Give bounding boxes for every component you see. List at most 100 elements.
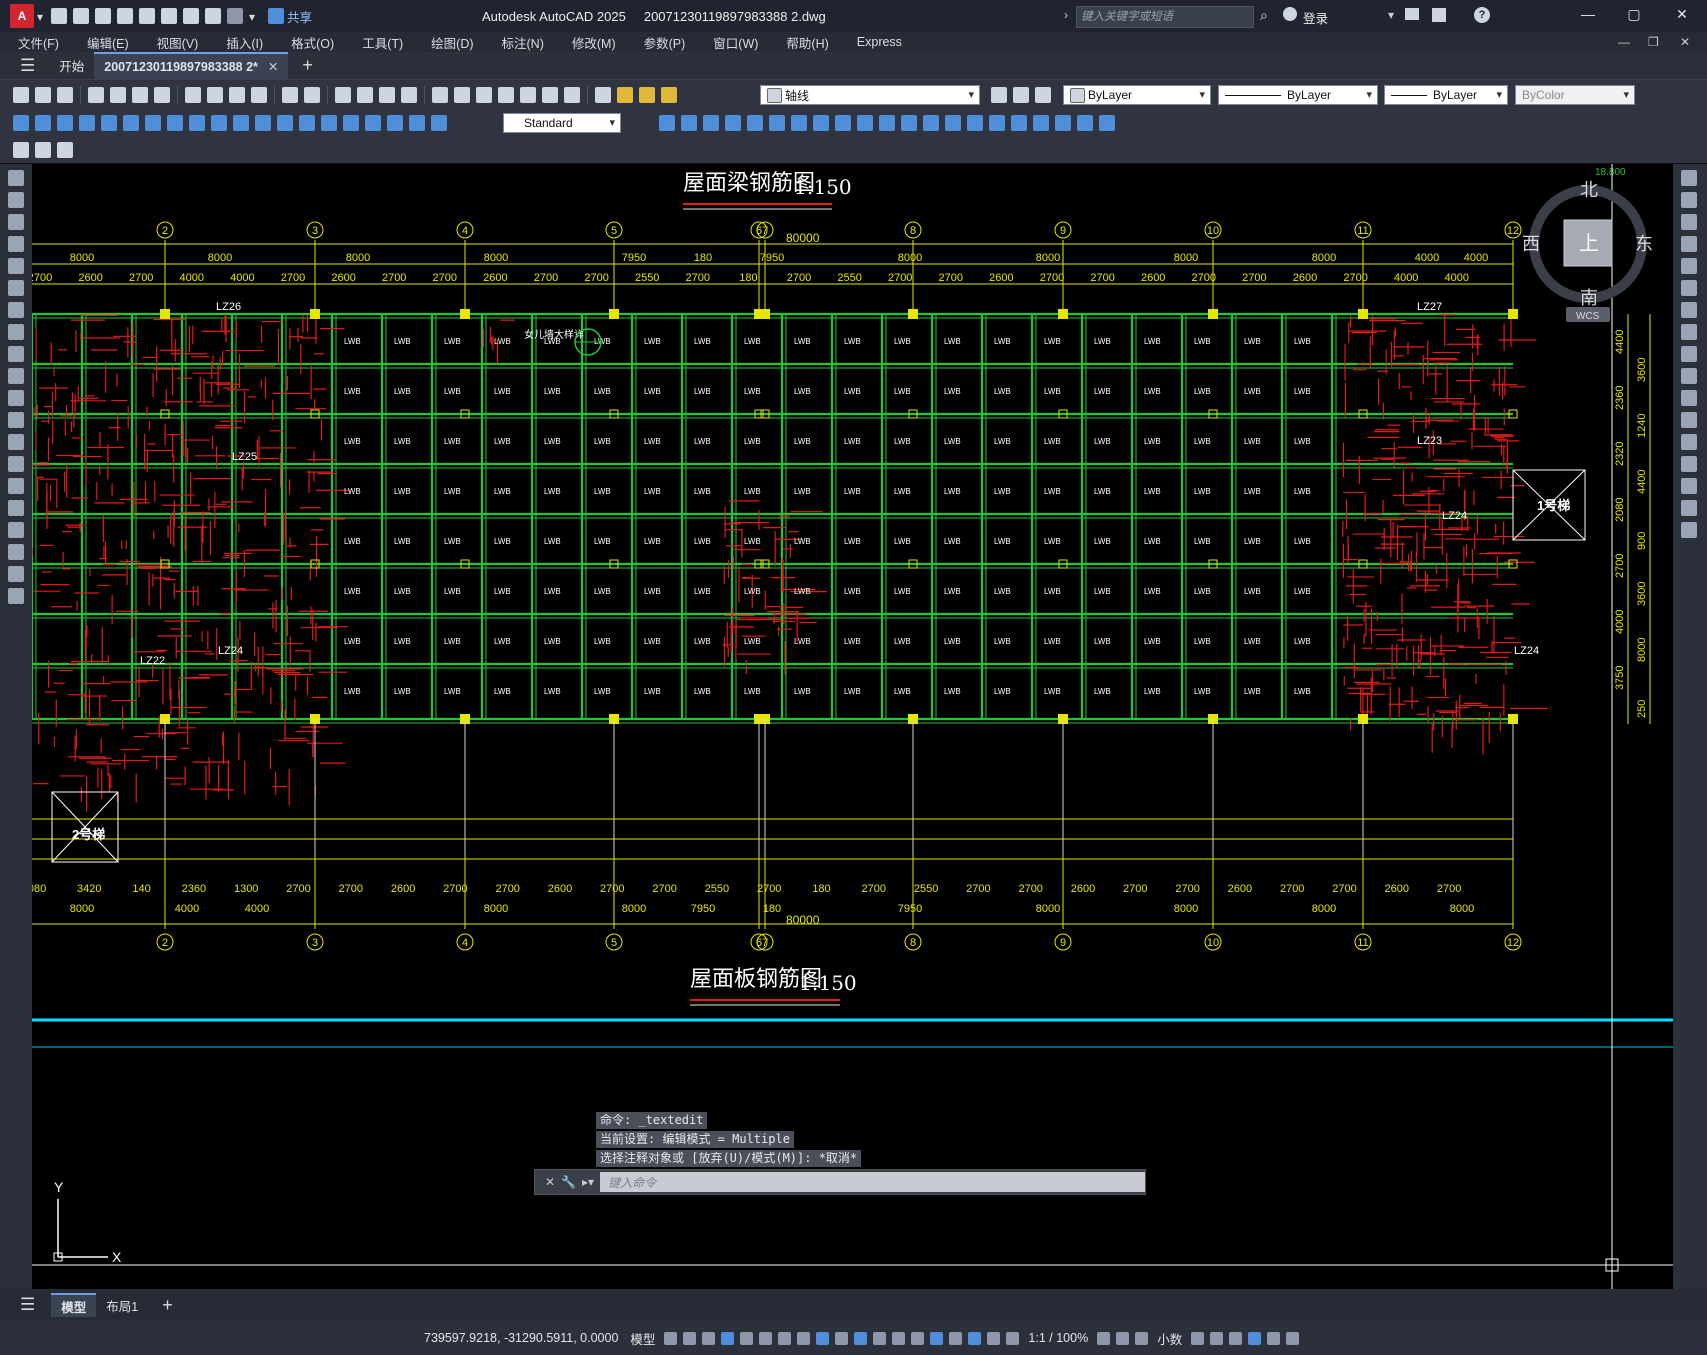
break-icon[interactable]: [901, 115, 917, 131]
lineweight-dropdown[interactable]: ByLayer: [1384, 85, 1508, 105]
copy-side-icon[interactable]: [1681, 192, 1697, 208]
rotate-icon[interactable]: [791, 115, 807, 131]
drawing-canvas[interactable]: LWB LWB LWB LWB LWB LWB LWB LWB LWB LWB LWB LWB LWB L…: [32, 164, 1673, 1289]
annotation-scale-value[interactable]: 1:1 / 100%: [1028, 1331, 1088, 1345]
clean-screen-icon[interactable]: [1267, 1331, 1281, 1345]
jogged-dim-icon[interactable]: [123, 115, 139, 131]
center-mark-icon[interactable]: [321, 115, 337, 131]
diameter-dim-icon[interactable]: [145, 115, 161, 131]
menu-express[interactable]: Express: [857, 35, 902, 49]
dropdown-chevron-icon[interactable]: ▾: [37, 10, 45, 24]
tab-close-icon[interactable]: ✕: [268, 59, 278, 74]
zoom-realtime-icon[interactable]: [357, 87, 373, 103]
beam-label-lz24b[interactable]: LZ24: [218, 645, 243, 657]
dynamic-input-icon[interactable]: [721, 1331, 735, 1345]
mirror-side-icon[interactable]: [1681, 214, 1697, 230]
viewcube[interactable]: 上 北 南 东 西 WCS: [1522, 180, 1653, 322]
quick-dim-icon[interactable]: [189, 115, 205, 131]
workspace-gear-icon[interactable]: [1097, 1331, 1111, 1345]
linetype-dropdown[interactable]: ByLayer: [1218, 85, 1378, 105]
object-snap-tracking-icon[interactable]: [797, 1331, 811, 1345]
cart-icon[interactable]: [1405, 8, 1419, 20]
quick-properties-icon[interactable]: [1191, 1331, 1205, 1345]
beam-label-lz27[interactable]: LZ27: [1417, 301, 1442, 313]
dim-break-icon[interactable]: [277, 115, 293, 131]
tab-layout1[interactable]: 布局1: [96, 1291, 148, 1319]
share-button[interactable]: 共享: [287, 7, 312, 26]
viewcube-west[interactable]: 西: [1522, 234, 1540, 254]
publish-icon[interactable]: [132, 87, 148, 103]
properties-icon[interactable]: [432, 87, 448, 103]
dim-update-icon[interactable]: [431, 115, 447, 131]
explode-icon[interactable]: [1011, 115, 1027, 131]
drawing-svg[interactable]: LWB LWB LWB LWB LWB LWB LWB LWB LWB LWB LWB LWB LWB L…: [32, 164, 1673, 1289]
menu-window[interactable]: 窗口(W): [713, 33, 758, 52]
mirror-icon[interactable]: [703, 115, 719, 131]
blend-icon[interactable]: [989, 115, 1005, 131]
isolate-objects-icon[interactable]: [1229, 1331, 1243, 1345]
plotstyle-dropdown[interactable]: ByColor: [1515, 85, 1635, 105]
menu-help[interactable]: 帮助(H): [786, 33, 828, 52]
new-layout-icon[interactable]: +: [162, 1295, 173, 1316]
fillet-icon[interactable]: [967, 115, 983, 131]
continue-dim-icon[interactable]: [233, 115, 249, 131]
qsave-icon[interactable]: [57, 87, 73, 103]
auto-scale-icon[interactable]: [987, 1331, 1001, 1345]
model-space-button[interactable]: 模型: [630, 1329, 655, 1348]
layer-previous-icon[interactable]: [1013, 87, 1029, 103]
redo-icon[interactable]: [227, 8, 243, 24]
annotation-scale-icon[interactable]: [1006, 1331, 1020, 1345]
scale-side-icon[interactable]: [1681, 324, 1697, 340]
redo-toolbar-icon[interactable]: [304, 87, 320, 103]
calculator-icon[interactable]: [542, 87, 558, 103]
layer-lock-icon[interactable]: [661, 87, 677, 103]
coordinates-readout[interactable]: 739597.9218, -31290.5911, 0.0000: [424, 1331, 618, 1345]
tolerance-icon[interactable]: [299, 115, 315, 131]
trim-icon[interactable]: [857, 115, 873, 131]
copy-icon[interactable]: [207, 87, 223, 103]
application-menu-icon[interactable]: ☰: [20, 56, 35, 76]
snap-icon[interactable]: [683, 1331, 697, 1345]
aligned-dim-icon[interactable]: [35, 115, 51, 131]
chamfer-side-icon[interactable]: [1681, 456, 1697, 472]
tab-model[interactable]: 模型: [51, 1293, 97, 1317]
match-properties-icon[interactable]: [251, 87, 267, 103]
menu-parametric[interactable]: 参数(P): [644, 33, 686, 52]
layer-freeze-icon[interactable]: [639, 87, 655, 103]
3d-osnap-icon[interactable]: [892, 1331, 906, 1345]
menu-draw[interactable]: 绘图(D): [431, 33, 473, 52]
undo-toolbar-icon[interactable]: [282, 87, 298, 103]
selection-cycling-icon[interactable]: [873, 1331, 887, 1345]
offset-side-icon[interactable]: [1681, 236, 1697, 252]
viewcube-east[interactable]: 东: [1635, 234, 1653, 254]
viewcube-wcs[interactable]: WCS: [1576, 311, 1600, 322]
dynamic-ucs-icon[interactable]: [911, 1331, 925, 1345]
plot-icon[interactable]: [183, 8, 199, 24]
jogged-linear-icon[interactable]: [365, 115, 381, 131]
make-block-icon[interactable]: [8, 434, 24, 450]
array-side-icon[interactable]: [1681, 258, 1697, 274]
annotation-visibility-icon[interactable]: [968, 1331, 982, 1345]
command-recent-icon[interactable]: ▸▾: [582, 1175, 594, 1189]
stair-2-box[interactable]: 2号梯: [51, 791, 119, 863]
tab-document[interactable]: 20071230119897983388 2* ✕: [94, 51, 289, 80]
rectangle-icon[interactable]: [8, 258, 24, 274]
baseline-dim-icon[interactable]: [211, 115, 227, 131]
open-sheet-icon[interactable]: [139, 8, 155, 24]
autodesk-app-icon[interactable]: [1432, 8, 1446, 22]
close-icon[interactable]: ✕: [1660, 6, 1704, 23]
layout-menu-icon[interactable]: ☰: [20, 1295, 35, 1315]
menu-format[interactable]: 格式(O): [291, 33, 334, 52]
color-dropdown[interactable]: ByLayer: [1063, 85, 1211, 105]
inspection-icon[interactable]: [343, 115, 359, 131]
help-toolbar-icon[interactable]: [564, 87, 580, 103]
hatch-icon[interactable]: [8, 478, 24, 494]
qnew-icon[interactable]: [13, 87, 29, 103]
array-icon[interactable]: [747, 115, 763, 131]
search-icon[interactable]: ⌕: [1260, 7, 1268, 24]
polar-tracking-icon[interactable]: [759, 1331, 773, 1345]
ellipse-arc-icon[interactable]: [8, 390, 24, 406]
drawing-scale-top[interactable]: 1:150: [794, 175, 852, 199]
doc-restore-icon[interactable]: ❐: [1648, 35, 1659, 49]
pan-icon[interactable]: [335, 87, 351, 103]
